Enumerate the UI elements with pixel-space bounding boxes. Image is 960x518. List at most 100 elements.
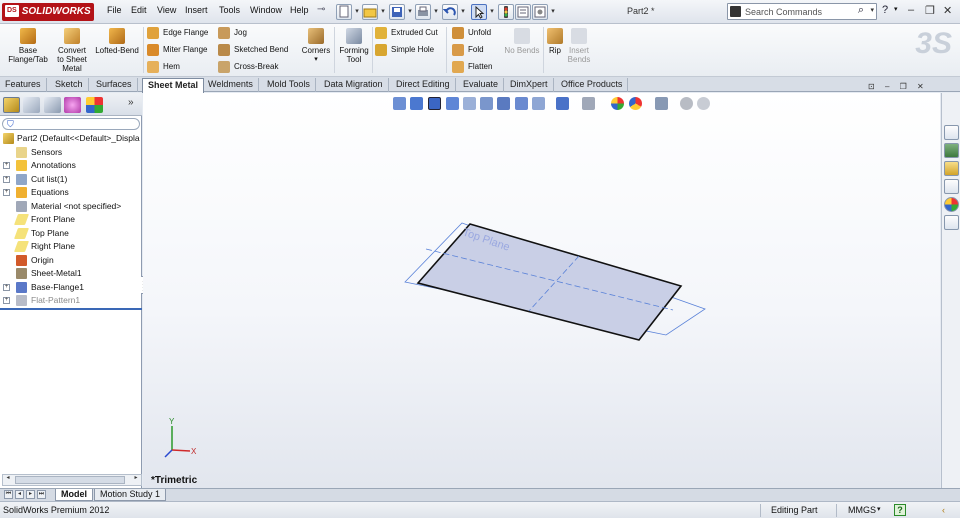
tab-data-migration[interactable]: Data Migration (319, 78, 389, 92)
graphics-area[interactable]: Top Plane Y X *Trimetric (143, 93, 940, 488)
restore-icon[interactable]: ❐ (925, 4, 935, 17)
forming-tool-button[interactable]: Forming Tool (336, 26, 372, 64)
property-manager-tab-icon[interactable] (23, 97, 40, 113)
first-tab-icon[interactable]: ⏮ (4, 490, 13, 499)
select-pointer-icon[interactable] (471, 4, 487, 20)
panel-horizontal-scrollbar[interactable]: ◂ ▸ (2, 474, 142, 486)
save-icon[interactable] (389, 4, 405, 20)
chevron-down-icon[interactable]: ▾ (870, 6, 874, 14)
tab-motion-study-1[interactable]: Motion Study 1 (94, 489, 167, 501)
base-flange-button[interactable]: Base Flange/Tab (4, 26, 52, 64)
custom-properties-icon[interactable] (944, 215, 959, 230)
chevron-down-icon[interactable]: ▾ (298, 55, 334, 64)
tree-item[interactable]: Material <not specified> (0, 200, 142, 214)
rip-button[interactable]: Rip (545, 26, 565, 55)
file-explorer-icon[interactable] (944, 161, 959, 176)
rebuild-icon[interactable] (498, 4, 514, 20)
design-library-icon[interactable] (944, 143, 959, 158)
tree-item[interactable]: + Annotations (0, 159, 142, 173)
chevron-down-icon[interactable]: ▾ (877, 505, 881, 513)
chevron-down-icon[interactable]: ▾ (379, 4, 387, 20)
tree-item[interactable]: + Equations (0, 186, 142, 200)
expand-icon[interactable]: + (3, 297, 10, 304)
expand-icon[interactable]: + (3, 189, 10, 196)
miter-flange-button[interactable]: Miter Flange (147, 43, 207, 57)
close-view-icon[interactable]: ✕ (917, 82, 924, 91)
pin-icon[interactable]: ⊸ (317, 4, 325, 15)
close-icon[interactable]: ✕ (943, 4, 952, 17)
panel-splitter[interactable] (0, 308, 142, 310)
search-icon[interactable]: ⌕ (858, 4, 864, 17)
sketched-bend-button[interactable]: Sketched Bend (218, 43, 288, 57)
tree-item[interactable]: Origin (0, 254, 142, 268)
hem-button[interactable]: Hem (147, 60, 180, 74)
lofted-bend-button[interactable]: Lofted-Bend (93, 26, 141, 55)
view-palette-icon[interactable] (944, 179, 959, 194)
expand-icon[interactable]: + (3, 162, 10, 169)
tree-item[interactable]: Sheet-Metal1 (0, 267, 142, 281)
restore-view-icon[interactable]: ❐ (900, 82, 907, 91)
tree-item[interactable]: + Cut list(1) (0, 173, 142, 187)
chevron-down-icon[interactable]: ▾ (353, 4, 361, 20)
minimize-icon[interactable]: – (908, 4, 914, 16)
chevron-down-icon[interactable]: ▾ (894, 5, 898, 13)
tab-weldments[interactable]: Weldments (203, 78, 259, 92)
next-tab-icon[interactable]: ▸ (26, 490, 35, 499)
simple-hole-button[interactable]: Simple Hole (375, 43, 434, 57)
print-icon[interactable] (415, 4, 431, 20)
tile-icon[interactable]: ⊡ (868, 82, 875, 91)
collapse-status-icon[interactable]: ‹ (942, 505, 945, 515)
tab-dimxpert[interactable]: DimXpert (505, 78, 554, 92)
scroll-right-icon[interactable]: ▸ (131, 475, 141, 485)
unit-system[interactable]: MMGS (848, 505, 876, 515)
solidworks-resources-icon[interactable] (944, 125, 959, 140)
last-tab-icon[interactable]: ⏭ (37, 490, 46, 499)
solidworks-logo[interactable]: DS SOLIDWORKS (2, 3, 94, 21)
scroll-thumb[interactable] (15, 476, 125, 484)
chevron-down-icon[interactable]: ▾ (406, 4, 414, 20)
expand-icon[interactable]: + (3, 283, 10, 291)
menu-view[interactable]: View (157, 5, 176, 15)
tab-evaluate[interactable]: Evaluate (458, 78, 505, 92)
feature-manager-tab-icon[interactable] (3, 97, 20, 113)
tab-direct-editing[interactable]: Direct Editing (391, 78, 456, 92)
new-document-icon[interactable] (336, 4, 352, 20)
corners-button[interactable]: Corners ▾ (298, 26, 334, 64)
tab-features[interactable]: Features (0, 78, 47, 92)
sheet-metal-body[interactable] (416, 223, 683, 341)
expand-panel-icon[interactable]: » (128, 97, 134, 108)
tab-sketch[interactable]: Sketch (50, 78, 89, 92)
options-icon[interactable] (532, 4, 548, 20)
expand-icon[interactable]: + (3, 175, 10, 183)
tree-item[interactable]: Sensors (0, 146, 142, 160)
jog-button[interactable]: Jog (218, 26, 247, 40)
flatten-button[interactable]: Flatten (452, 60, 492, 74)
edge-flange-button[interactable]: Edge Flange (147, 26, 208, 40)
menu-edit[interactable]: Edit (131, 5, 147, 15)
unfold-button[interactable]: Unfold (452, 26, 491, 40)
previous-tab-icon[interactable]: ◂ (15, 490, 24, 499)
insert-bends-button[interactable]: Insert Bends (565, 26, 593, 64)
chevron-down-icon[interactable]: ▾ (549, 4, 557, 20)
tab-surfaces[interactable]: Surfaces (91, 78, 138, 92)
menu-help[interactable]: Help (290, 5, 309, 15)
help-icon[interactable]: ? (882, 4, 888, 16)
appearances-scenes-icon[interactable] (944, 197, 959, 212)
file-properties-icon[interactable] (515, 4, 531, 20)
minimize-view-icon[interactable]: – (885, 82, 889, 91)
tab-mold-tools[interactable]: Mold Tools (262, 78, 316, 92)
no-bends-button[interactable]: No Bends (502, 26, 542, 55)
chevron-down-icon[interactable]: ▾ (488, 4, 496, 20)
menu-tools[interactable]: Tools (219, 5, 240, 15)
search-commands-input[interactable]: Search Commands ⌕ ▾ (727, 3, 877, 20)
tree-root[interactable]: Part2 (Default<<Default>_Displa (0, 132, 142, 146)
tree-item[interactable]: Right Plane (0, 240, 142, 254)
tab-sheet-metal[interactable]: Sheet Metal (142, 78, 205, 93)
scroll-left-icon[interactable]: ◂ (3, 475, 13, 485)
open-folder-icon[interactable] (362, 4, 378, 20)
tree-item[interactable]: Top Plane (0, 227, 142, 241)
tree-item[interactable]: + Flat-Pattern1 (0, 294, 142, 308)
extruded-cut-button[interactable]: Extruded Cut (375, 26, 438, 40)
chevron-down-icon[interactable]: ▾ (432, 4, 440, 20)
convert-to-sheet-metal-button[interactable]: Convert to Sheet Metal (54, 26, 90, 73)
